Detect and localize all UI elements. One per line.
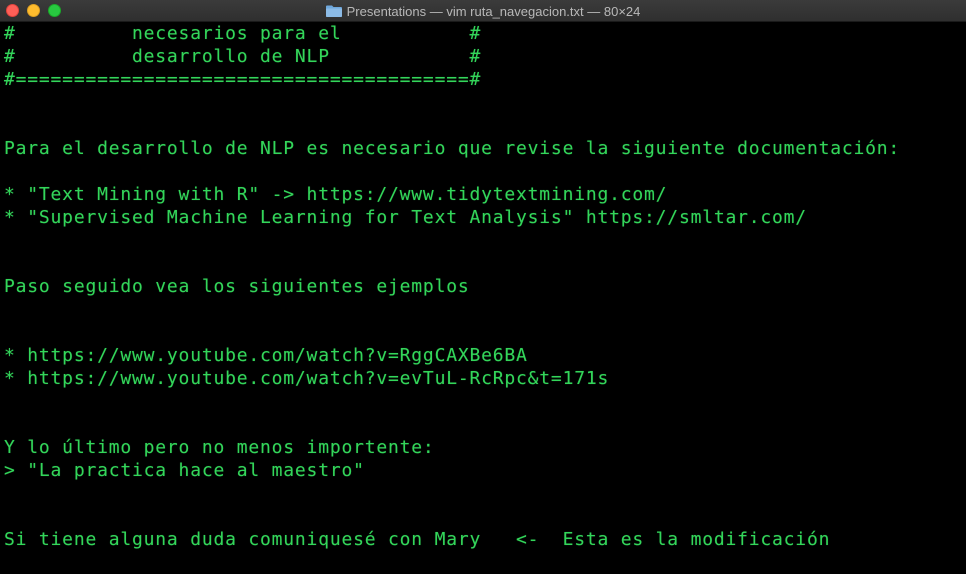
terminal-line: Para el desarrollo de NLP es necesario q…: [4, 138, 901, 159]
terminal-line: Si tiene alguna duda comuniquesé con Mar…: [4, 529, 831, 550]
terminal-line: #=======================================…: [4, 69, 482, 90]
window-title: Presentations — vim ruta_navegacion.txt …: [346, 3, 641, 19]
terminal-content[interactable]: # necesarios para el # # desarrollo de NL…: [0, 22, 966, 574]
terminal-line: * https://www.youtube.com/watch?v=RggCAX…: [4, 345, 528, 366]
terminal-line: * "Text Mining with R" -> https://www.ti…: [4, 184, 668, 205]
terminal-line: Y lo último pero no menos importente:: [4, 437, 435, 458]
title-bar[interactable]: Presentations — vim ruta_navegacion.txt …: [0, 0, 966, 22]
terminal-line: * https://www.youtube.com/watch?v=evTuL-…: [4, 368, 610, 389]
terminal-lines: # necesarios para el # # desarrollo de NL…: [4, 22, 900, 574]
terminal-line: Paso seguido vea los siguientes ejemplos: [4, 276, 470, 297]
terminal-window: Presentations — vim ruta_navegacion.txt …: [0, 0, 966, 574]
terminal-line: * "Supervised Machine Learning for Text …: [4, 207, 807, 228]
terminal-line: # desarrollo de NLP #: [4, 46, 482, 67]
terminal-line: > "La practica hace al maestro": [4, 460, 365, 481]
window-title-group: Presentations — vim ruta_navegacion.txt …: [0, 0, 966, 22]
terminal-line: # necesarios para el #: [4, 23, 482, 44]
folder-icon: [325, 5, 342, 17]
